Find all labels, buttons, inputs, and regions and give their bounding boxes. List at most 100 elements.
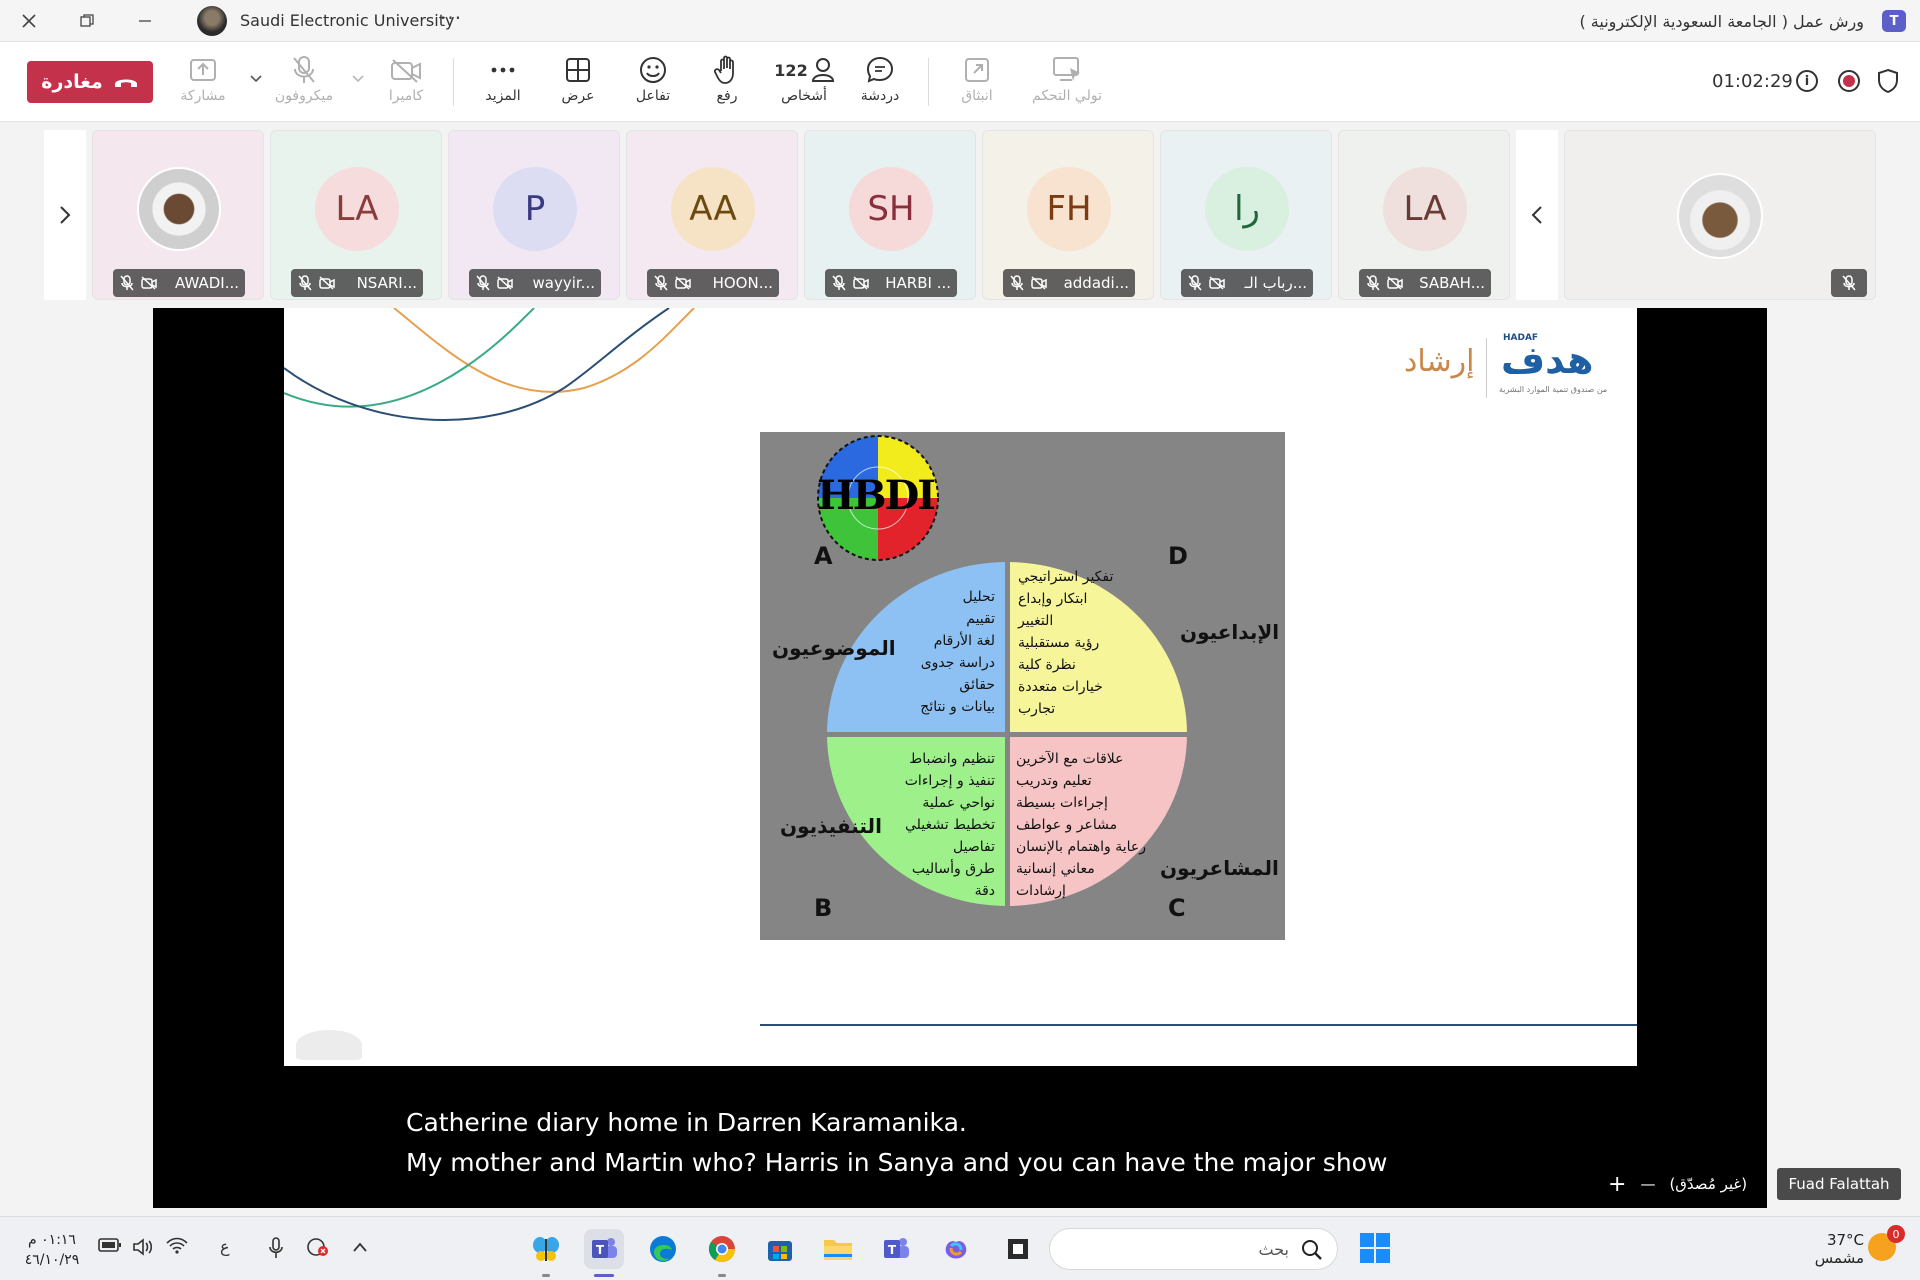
leave-label: مغادرة [41,71,103,93]
edge-app[interactable] [643,1229,683,1269]
minimize-window-button[interactable] [128,6,162,36]
strip-next-button[interactable] [44,130,86,300]
presenter-controls: + — (غير مُصدّق) [1608,1168,1747,1200]
camera-button[interactable]: كاميرا [370,54,442,114]
react-button[interactable]: تفاعل [617,54,689,114]
battery-icon [98,1238,121,1252]
quadrant-a-item: بيانات و نتائج [920,699,995,715]
chat-button[interactable]: دردشة [844,54,916,114]
microphone-off-icon [831,275,847,291]
weather-desc: مشمس [1814,1249,1864,1267]
quadrant-c-items: علاقات مع الآخرين تعليم وتدريب إجراءات بسي… [1016,748,1146,902]
strip-prev-button[interactable] [1516,130,1558,300]
quadrant-b-item: تنفيذ و إجراءات [904,773,995,789]
hadaf-logo-sub: من صندوق تنمية الموارد البشرية [1499,385,1608,394]
participant-tile[interactable]: AWADI... [92,130,264,300]
quadrant-d-item: ابتكار وإبداع [1018,591,1088,607]
close-window-button[interactable] [12,6,46,36]
self-tile[interactable] [1564,130,1876,300]
battery-tray[interactable] [98,1237,122,1258]
taskbar-search[interactable]: بحث [1049,1228,1338,1270]
chat-icon [866,56,894,83]
volume-icon [133,1238,153,1256]
participant-tile[interactable]: FH addadi... [982,130,1154,300]
input-language[interactable]: ع [220,1237,230,1256]
weather-widget[interactable]: 37°C مشمس [1800,1231,1864,1267]
restore-icon [80,14,94,27]
zoom-in-button[interactable]: + [1608,1172,1626,1197]
quadrant-a-item: لغة الأرقام [933,633,995,649]
quadrant-d-letter: D [1168,542,1188,570]
shield-icon[interactable] [1877,68,1899,94]
teams-active-indicator [594,1274,614,1277]
weather-badge: 0 [1887,1225,1905,1243]
task-view-app[interactable] [998,1229,1038,1269]
raise-hand-button[interactable]: رفع [691,54,763,114]
camera-blocked-tray[interactable] [306,1237,330,1262]
chevron-right-icon [60,206,71,224]
take-control-button[interactable]: تولي التحكم [1022,54,1112,114]
more-button[interactable]: المزيد [467,54,539,114]
volume-tray[interactable] [132,1237,156,1262]
chat-label: دردشة [860,88,900,104]
quadrant-c-item: مشاعر و عواطف [1016,817,1118,833]
store-app[interactable] [760,1229,800,1269]
participant-tile[interactable]: Pwayyir... [448,130,620,300]
org-more-button[interactable]: ··· [440,6,462,30]
edge-icon [650,1236,676,1262]
quadrant-d-item: تجارب [1018,701,1056,717]
copilot-app[interactable] [936,1229,976,1269]
meeting-toolbar: مغادرة مشاركة ميكروفون كاميرا المزيد عرض… [0,42,1920,122]
org-avatar[interactable] [197,6,227,36]
quadrant-c-item: تعليم وتدريب [1016,773,1092,789]
participant-name: HARBI ... [885,274,951,292]
zoom-out-button[interactable]: — [1640,1175,1655,1193]
clock[interactable]: ٠١:١٦ م ٤٦/١٠/٢٩ [22,1230,82,1270]
microphone-button[interactable]: ميكروفون [268,54,340,114]
view-label: عرض [561,88,595,104]
share-button[interactable]: مشاركة [167,54,239,114]
take-control-label: تولي التحكم [1032,88,1102,104]
weather-temp: 37°C [1826,1231,1864,1249]
quadrant-d-item: رؤية مستقبلية [1018,635,1100,651]
widgets-app[interactable] [526,1229,566,1269]
hadaf-logo: HADAF هدف من صندوق تنمية الموارد البشرية [1499,333,1624,403]
start-button[interactable] [1360,1233,1390,1263]
participant-tile[interactable]: LA NSARI... [270,130,442,300]
recording-icon[interactable] [1838,70,1860,92]
teams-app[interactable]: T [584,1229,624,1269]
device-settings-chevron[interactable] [249,72,263,88]
teams-classic-app[interactable]: T [876,1229,916,1269]
file-explorer-app[interactable] [818,1229,858,1269]
emoji-icon [640,57,666,83]
mic-tray[interactable] [268,1237,284,1264]
participant-avatar: AA [671,167,755,251]
participant-tile[interactable]: را رباب الـ... [1160,130,1332,300]
view-button[interactable]: عرض [542,54,614,114]
participant-tile[interactable]: AA HOON... [626,130,798,300]
quadrant-a-item: حقائق [959,677,995,693]
camera-off-icon [497,275,513,291]
start-tile [1360,1233,1374,1247]
participant-name: رباب الـ... [1244,274,1307,292]
camera-off-icon [391,59,421,83]
wifi-tray[interactable] [166,1237,188,1260]
quadrant-d-item: خيارات متعددة [1018,679,1103,695]
svg-text:T: T [596,1243,605,1257]
camera-label: كاميرا [388,88,424,104]
quadrant-a-letter: A [814,542,833,570]
close-icon [22,14,36,28]
participant-tile[interactable]: SH HARBI ... [804,130,976,300]
popout-button[interactable]: انبثاق [941,54,1013,114]
leave-button[interactable]: مغادرة [27,61,153,103]
org-name[interactable]: Saudi Electronic University [240,11,454,30]
restore-window-button[interactable] [70,6,104,36]
camera-settings-chevron[interactable] [351,72,365,88]
people-button[interactable]: 122 أشخاص [768,54,840,114]
participant-tile[interactable]: LA SABAH... [1338,130,1510,300]
chrome-app[interactable] [702,1229,742,1269]
meeting-info-icon[interactable]: i [1796,70,1818,92]
quadrant-b-label: التنفيذيون [780,814,882,838]
tray-overflow-button[interactable] [352,1237,368,1258]
store-icon [768,1241,792,1261]
